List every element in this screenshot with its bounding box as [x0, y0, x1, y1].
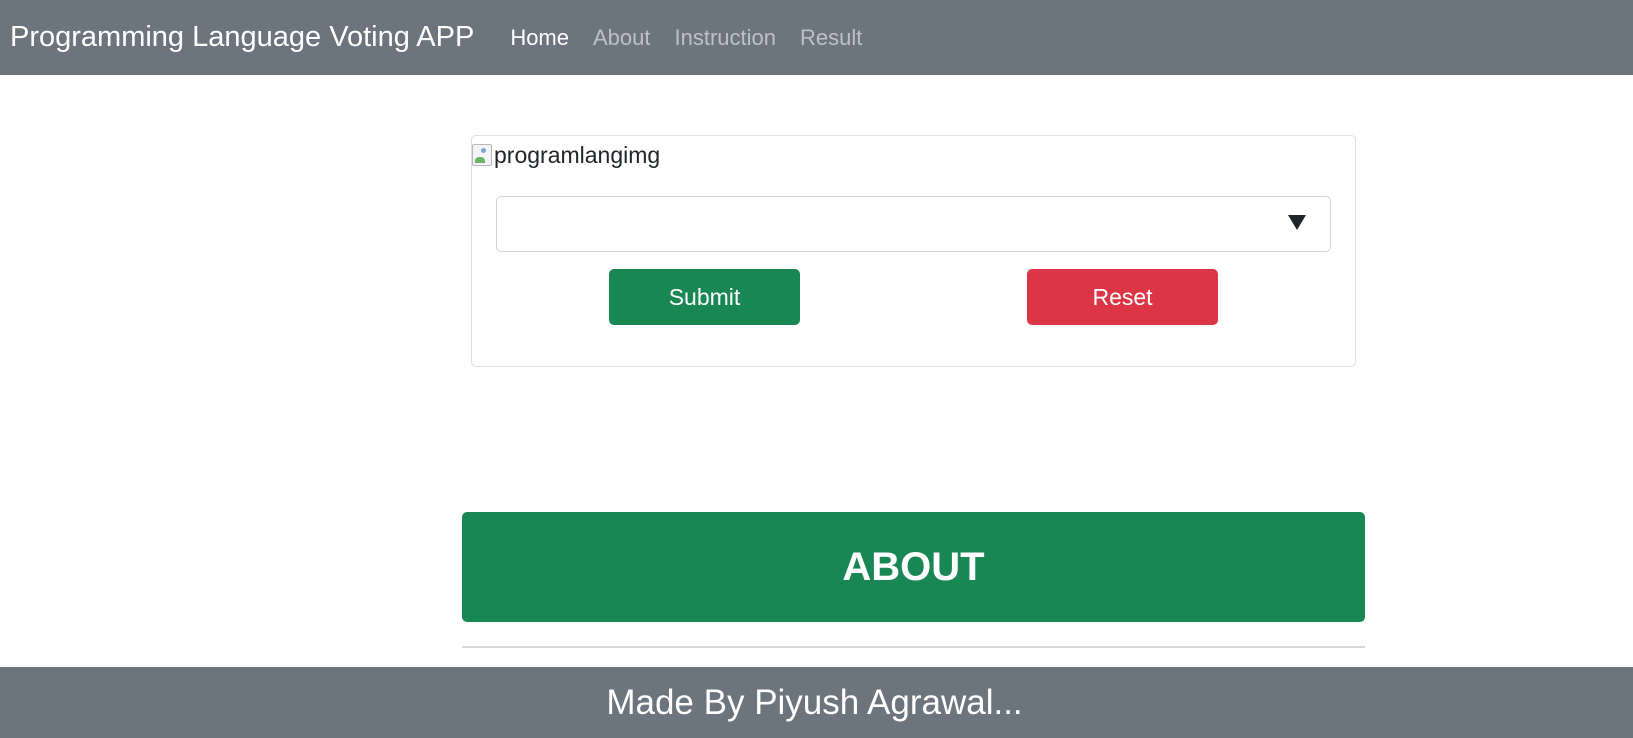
- image-alt-text: programlangimg: [494, 141, 661, 168]
- nav-link-about[interactable]: About: [593, 25, 651, 51]
- footer: Made By Piyush Agrawal...: [0, 667, 1633, 738]
- broken-image-icon: [472, 144, 492, 166]
- nav-link-result[interactable]: Result: [800, 25, 862, 51]
- about-heading: ABOUT: [842, 544, 985, 589]
- nav-link-instruction[interactable]: Instruction: [675, 25, 777, 51]
- dropdown-arrow-icon: [1288, 215, 1306, 230]
- submit-button[interactable]: Submit: [609, 269, 800, 325]
- navbar: Programming Language Voting APP Home Abo…: [0, 0, 1633, 75]
- nav-links: Home About Instruction Result: [510, 25, 886, 51]
- footer-text: Made By Piyush Agrawal...: [606, 682, 1023, 722]
- language-select[interactable]: [496, 196, 1331, 252]
- about-heading-banner: ABOUT: [462, 512, 1365, 622]
- voting-card: programlangimg Submit Reset: [471, 135, 1356, 367]
- navbar-brand[interactable]: Programming Language Voting APP: [10, 21, 474, 54]
- program-language-image: programlangimg: [472, 140, 660, 170]
- reset-button[interactable]: Reset: [1027, 269, 1218, 325]
- nav-link-home[interactable]: Home: [510, 25, 569, 51]
- divider: [462, 646, 1365, 648]
